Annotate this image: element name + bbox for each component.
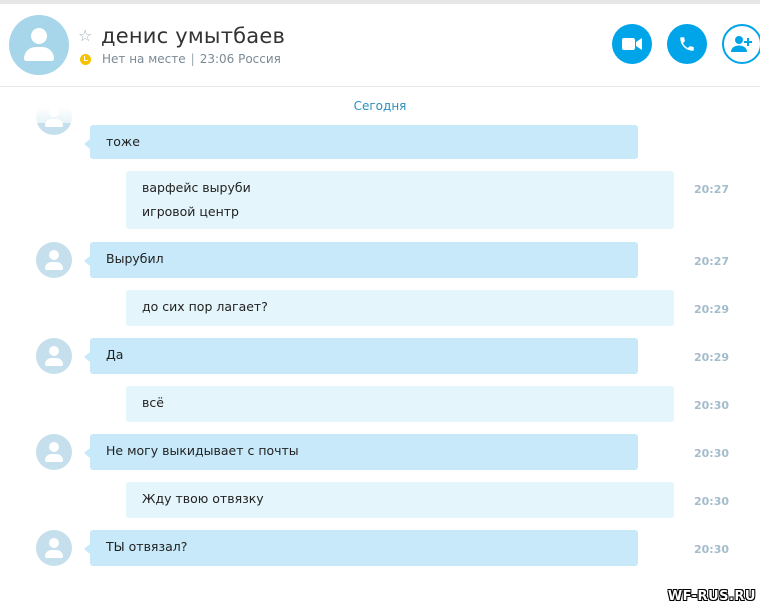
sender-avatar[interactable] [36,434,72,470]
message-text: Вырубил [106,251,164,266]
conversation-header: ☆ денис умытбаев Нет на месте | 23:06 Росс… [0,4,760,87]
avatar-head-shape [49,442,59,452]
message-time: 20:29 [694,351,730,364]
star-icon[interactable]: ☆ [78,26,92,45]
message-bubble-outgoing[interactable]: варфейс выруби игровой центр [126,171,674,229]
message-time: 20:27 [694,183,730,196]
local-time: 23:06 Россия [199,52,281,66]
message-time: 20:30 [694,543,730,556]
sender-avatar[interactable] [36,242,72,278]
message-bubble-incoming[interactable]: тоже [84,125,638,159]
message-bubble-outgoing[interactable]: Жду твою отвязку [126,482,674,518]
audio-call-button[interactable] [667,24,707,64]
message-text: игровой центр [142,204,239,219]
clock-icon [80,54,91,65]
avatar-head-shape [49,538,59,548]
avatar-head-shape [49,250,59,260]
message-time: 20:27 [694,255,730,268]
status-line: Нет на месте | 23:06 Россия [102,52,281,66]
message-text: Да [106,347,124,362]
message-bubble-incoming[interactable]: Да [84,338,638,374]
avatar-body-shape [45,358,63,366]
message-bubble-incoming[interactable]: Вырубил [84,242,638,278]
message-bubble-outgoing[interactable]: всё [126,386,674,422]
sender-avatar[interactable] [36,338,72,374]
date-separator: Сегодня [353,99,407,113]
add-person-icon [731,36,752,52]
message-time: 20:30 [694,399,730,412]
message-text: тоже [106,134,140,149]
message-text: всё [142,395,164,410]
message-text: до сих пор лагает? [142,299,268,314]
avatar-body-shape [45,550,63,558]
status-text: Нет на месте [102,52,186,66]
message-list[interactable]: Сегодня тоже варфейс выруби игровой цент… [0,87,760,607]
phone-icon [680,37,694,51]
status-separator: | [190,52,195,66]
avatar-head-shape [31,28,47,44]
message-text: варфейс выруби [142,180,251,195]
add-participant-button[interactable] [722,24,760,64]
video-camera-icon [622,38,642,50]
message-text: Жду твою отвязку [142,491,264,506]
avatar-body-shape [45,454,63,462]
avatar-body-shape [24,47,54,61]
site-watermark: WF-RUS.RU [667,589,756,604]
message-bubble-outgoing[interactable]: до сих пор лагает? [126,290,674,326]
video-call-button[interactable] [612,24,652,64]
sender-avatar[interactable] [36,530,72,566]
contact-name[interactable]: денис умытбаев [101,24,285,48]
avatar-body-shape [45,262,63,270]
avatar-head-shape [49,346,59,356]
message-bubble-incoming[interactable]: Не могу выкидывает с почты [84,434,638,470]
message-bubble-incoming[interactable]: ТЫ отвязал? [84,530,638,566]
message-text: Не могу выкидывает с почты [106,443,299,458]
message-time: 20:30 [694,447,730,460]
message-text: ТЫ отвязал? [106,539,188,554]
message-time: 20:30 [694,495,730,508]
message-time: 20:29 [694,303,730,316]
contact-avatar[interactable] [9,15,69,75]
